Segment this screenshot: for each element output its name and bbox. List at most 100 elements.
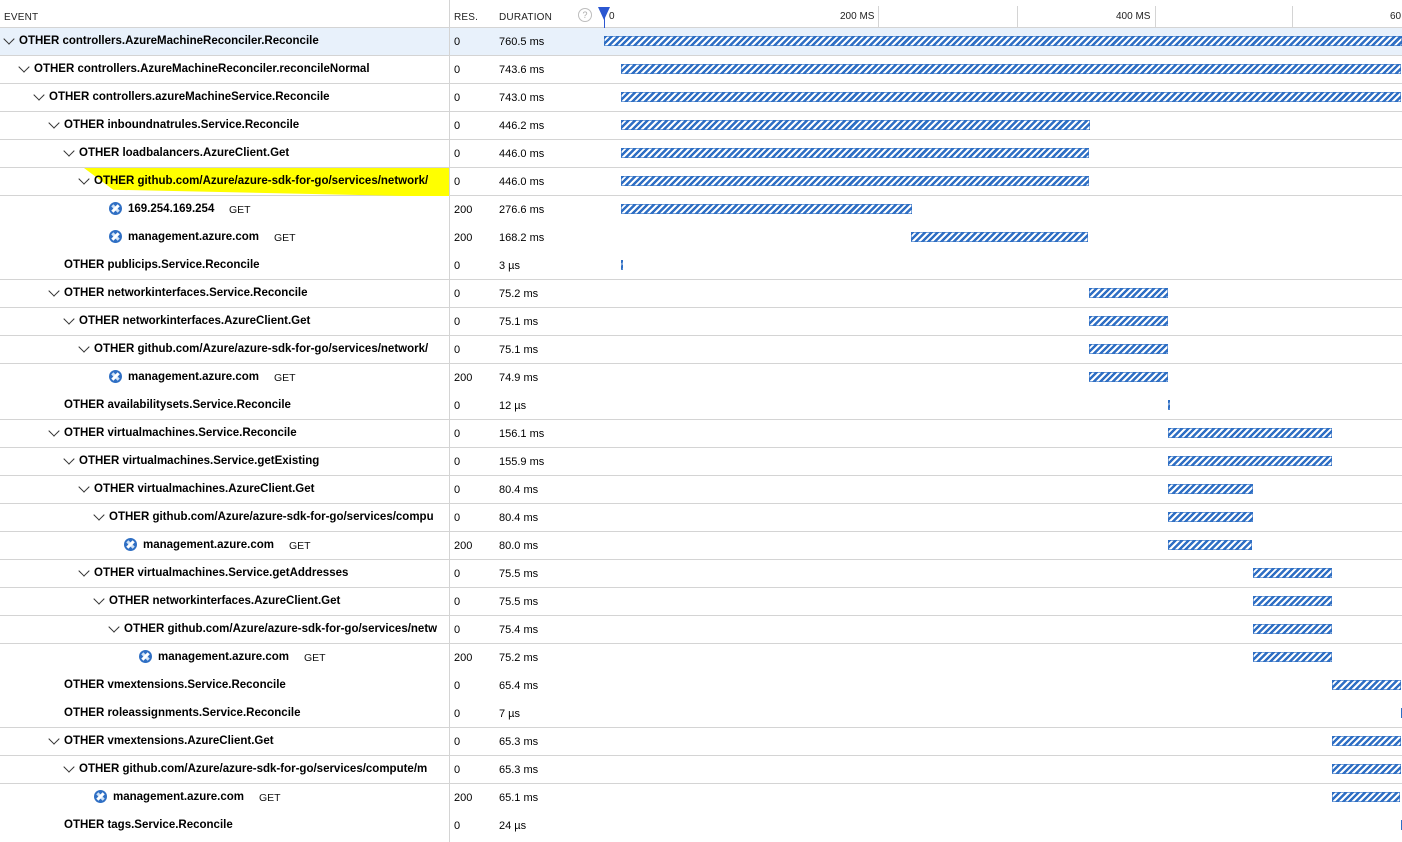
timeline-bar[interactable] [1168, 484, 1253, 494]
timeline-bar[interactable] [1332, 736, 1401, 746]
http-request-row[interactable]: management.azure.com GET 200 80.0 ms [0, 532, 1402, 560]
timeline-bar[interactable] [1089, 344, 1169, 354]
result-code: 0 [454, 120, 461, 132]
chevron-down-icon[interactable] [63, 453, 75, 465]
http-request-row[interactable]: 169.254.169.254 GET 200 276.6 ms [0, 196, 1402, 224]
event-row[interactable]: OTHER tags.Service.Reconcile 0 24 µs [0, 812, 1402, 840]
chevron-down-icon[interactable] [3, 33, 15, 45]
event-label: management.azure.com [113, 791, 245, 803]
chevron-down-icon[interactable] [78, 481, 90, 493]
event-row[interactable]: OTHER vmextensions.AzureClient.Get 0 65.3 … [0, 728, 1402, 756]
timeline-bar[interactable] [1332, 792, 1401, 802]
event-row[interactable]: OTHER github.com/Azure/azure-sdk-for-go/… [0, 504, 1402, 532]
timeline-bar[interactable] [1168, 428, 1333, 438]
timeline-tick-line [1017, 6, 1018, 27]
event-row[interactable]: OTHER availabilitysets.Service.Reconcile… [0, 392, 1402, 420]
event-row[interactable]: OTHER controllers.azureMachineService.Re… [0, 84, 1402, 112]
timeline-bar[interactable] [1089, 372, 1168, 382]
timeline-bar[interactable] [620, 64, 1402, 74]
chevron-down-icon[interactable] [78, 341, 90, 353]
chevron-down-icon[interactable] [63, 313, 75, 325]
chevron-down-icon[interactable] [48, 733, 60, 745]
event-row[interactable]: OTHER vmextensions.Service.Reconcile 0 65.… [0, 672, 1402, 700]
chevron-down-icon[interactable] [78, 173, 90, 185]
event-row[interactable]: OTHER networkinterfaces.Service.Reconcil… [0, 280, 1402, 308]
event-row[interactable]: OTHER virtualmachines.AzureClient.Get 0 80… [0, 476, 1402, 504]
http-request-row[interactable]: management.azure.com GET 200 65.1 ms [0, 784, 1402, 812]
timeline-bar[interactable] [621, 120, 1090, 130]
event-cell: OTHER loadbalancers.AzureClient.Get [0, 140, 449, 168]
help-icon[interactable]: ? [578, 8, 592, 22]
result-code: 0 [454, 316, 461, 328]
timeline-bar[interactable] [1089, 288, 1169, 298]
chevron-down-icon[interactable] [108, 621, 120, 633]
result-code: 0 [454, 288, 461, 300]
timeline-bar[interactable] [1252, 652, 1332, 662]
event-row[interactable]: OTHER github.com/Azure/azure-sdk-for-go/… [0, 756, 1402, 784]
timeline-bar[interactable] [1332, 680, 1401, 690]
event-row[interactable]: OTHER networkinterfaces.AzureClient.Get 0… [0, 588, 1402, 616]
timeline-bar[interactable] [621, 260, 623, 270]
event-row[interactable]: OTHER publicips.Service.Reconcile 0 3 µs [0, 252, 1402, 280]
column-header-res[interactable]: RES. [454, 12, 478, 23]
timeline-bar[interactable] [1332, 764, 1401, 774]
result-code: 0 [454, 736, 461, 748]
timeline-bar[interactable] [621, 148, 1090, 158]
chevron-down-icon[interactable] [63, 145, 75, 157]
event-row[interactable]: OTHER controllers.AzureMachineReconciler… [0, 56, 1402, 84]
event-label: OTHER github.com/Azure/azure-sdk-for-go/… [109, 511, 434, 523]
event-row[interactable]: OTHER github.com/Azure/azure-sdk-for-go/… [0, 336, 1402, 364]
timeline-tick-600: 60 [1390, 11, 1402, 22]
chevron-down-icon[interactable] [63, 761, 75, 773]
http-request-row[interactable]: management.azure.com GET 200 75.2 ms [0, 644, 1402, 672]
timeline-bar[interactable] [1168, 456, 1332, 466]
result-code: 0 [454, 680, 461, 692]
chevron-down-icon[interactable] [48, 285, 60, 297]
event-row[interactable]: OTHER networkinterfaces.AzureClient.Get 0… [0, 308, 1402, 336]
result-code: 0 [454, 400, 461, 412]
column-header-duration[interactable]: DURATION [499, 12, 552, 23]
timeline-bar[interactable] [911, 232, 1088, 242]
event-row[interactable]: OTHER virtualmachines.Service.Reconcile 0… [0, 420, 1402, 448]
chevron-down-icon[interactable] [48, 117, 60, 129]
timeline-bar[interactable] [1252, 568, 1332, 578]
event-cell: management.azure.com GET [0, 364, 449, 392]
event-row[interactable]: OTHER loadbalancers.AzureClient.Get 0 446.… [0, 140, 1402, 168]
event-cell: OTHER github.com/Azure/azure-sdk-for-go/… [0, 756, 449, 784]
event-row[interactable]: OTHER virtualmachines.Service.getAddress… [0, 560, 1402, 588]
globe-icon [109, 370, 122, 383]
timeline-bar[interactable] [1168, 540, 1253, 550]
column-header-event[interactable]: EVENT [4, 12, 38, 23]
duration-value: 446.0 ms [499, 148, 545, 160]
event-row[interactable]: OTHER roleassignments.Service.Reconcile 0… [0, 700, 1402, 728]
event-row[interactable]: OTHER github.com/Azure/azure-sdk-for-go/… [0, 616, 1402, 644]
globe-icon [139, 650, 152, 663]
event-row[interactable]: OTHER virtualmachines.Service.getExistin… [0, 448, 1402, 476]
event-row[interactable]: OTHER controllers.AzureMachineReconciler… [0, 28, 1402, 56]
event-row[interactable]: OTHER github.com/Azure/azure-sdk-for-go/… [0, 168, 1402, 196]
chevron-down-icon[interactable] [93, 509, 105, 521]
event-cell: OTHER controllers.azureMachineService.Re… [0, 84, 449, 112]
result-code: 0 [454, 820, 461, 832]
chevron-down-icon[interactable] [78, 565, 90, 577]
duration-value: 276.6 ms [499, 204, 545, 216]
timeline-bar[interactable] [604, 36, 1402, 46]
result-code: 0 [454, 484, 461, 496]
chevron-down-icon[interactable] [48, 425, 60, 437]
globe-icon [124, 538, 137, 551]
http-request-row[interactable]: management.azure.com GET 200 74.9 ms [0, 364, 1402, 392]
chevron-down-icon[interactable] [33, 89, 45, 101]
timeline-bar[interactable] [621, 204, 912, 214]
chevron-down-icon[interactable] [93, 593, 105, 605]
column-divider[interactable] [449, 0, 450, 842]
timeline-bar[interactable] [1089, 316, 1169, 326]
timeline-bar[interactable] [1168, 512, 1253, 522]
timeline-bar[interactable] [1252, 624, 1332, 634]
timeline-bar[interactable] [621, 176, 1090, 186]
event-row[interactable]: OTHER inboundnatrules.Service.Reconcile 0… [0, 112, 1402, 140]
timeline-bar[interactable] [1252, 596, 1332, 606]
http-request-row[interactable]: management.azure.com GET 200 168.2 ms [0, 224, 1402, 252]
timeline-bar[interactable] [1168, 400, 1170, 410]
timeline-bar[interactable] [621, 92, 1401, 102]
chevron-down-icon[interactable] [18, 61, 30, 73]
